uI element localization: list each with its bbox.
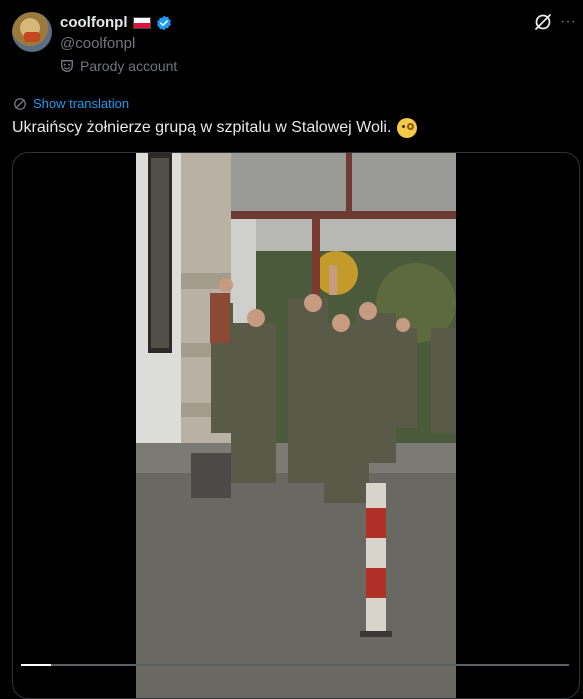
author-name-row: coolfonpl [60,14,172,31]
parody-label-row: Parody account [60,58,177,74]
video-progress-fill [21,664,51,666]
video-progress-bar[interactable] [21,664,569,666]
globe-icon [14,97,26,110]
monocle-face-emoji [397,118,418,138]
handle[interactable]: @coolfonpl [60,35,135,52]
verified-badge-icon[interactable] [156,15,172,31]
tweet-text: Ukraińscy żołnierze grupą w szpitalu w S… [12,118,418,138]
mask-icon [61,60,73,72]
more-icon[interactable]: ··· [560,12,578,32]
poland-flag-icon [132,16,151,29]
show-translation-link[interactable]: Show translation [33,96,129,111]
display-name[interactable]: coolfonpl [60,14,128,31]
parody-account-label: Parody account [80,58,178,74]
video-still-image [136,153,456,698]
tweet-body: Ukraińscy żołnierze grupą w szpitalu w S… [12,119,392,136]
avatar[interactable] [12,12,52,52]
video-player[interactable] [12,152,580,699]
video-frame[interactable] [136,153,456,698]
grok-icon[interactable] [533,12,553,32]
translation-row[interactable]: Show translation [13,96,129,111]
